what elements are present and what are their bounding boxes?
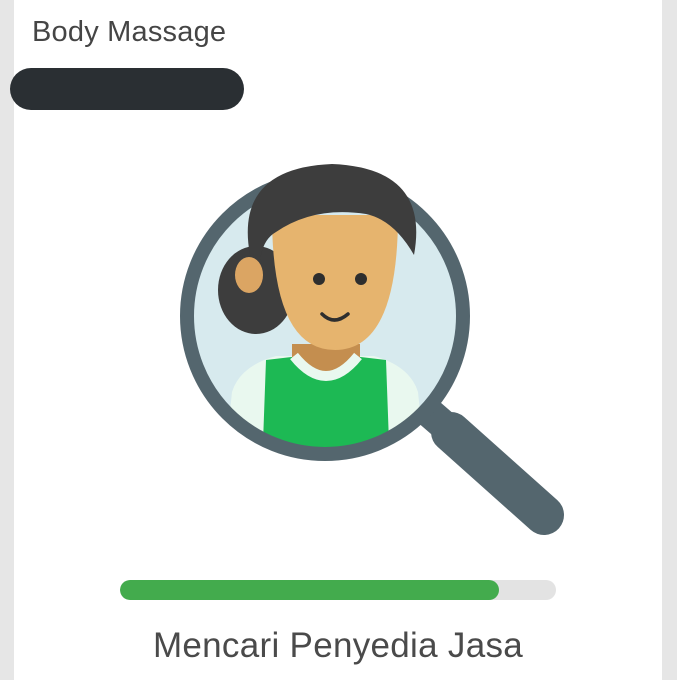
- order-card: Body Massage Mencari Penyedia Jasa: [10, 0, 662, 680]
- search-progress-fill: [120, 580, 500, 600]
- search-progress-bar: [120, 580, 556, 600]
- magnifier-handle-icon: [407, 390, 564, 535]
- search-status-text: Mencari Penyedia Jasa: [152, 626, 524, 665]
- magnifier-provider-icon: [180, 164, 564, 535]
